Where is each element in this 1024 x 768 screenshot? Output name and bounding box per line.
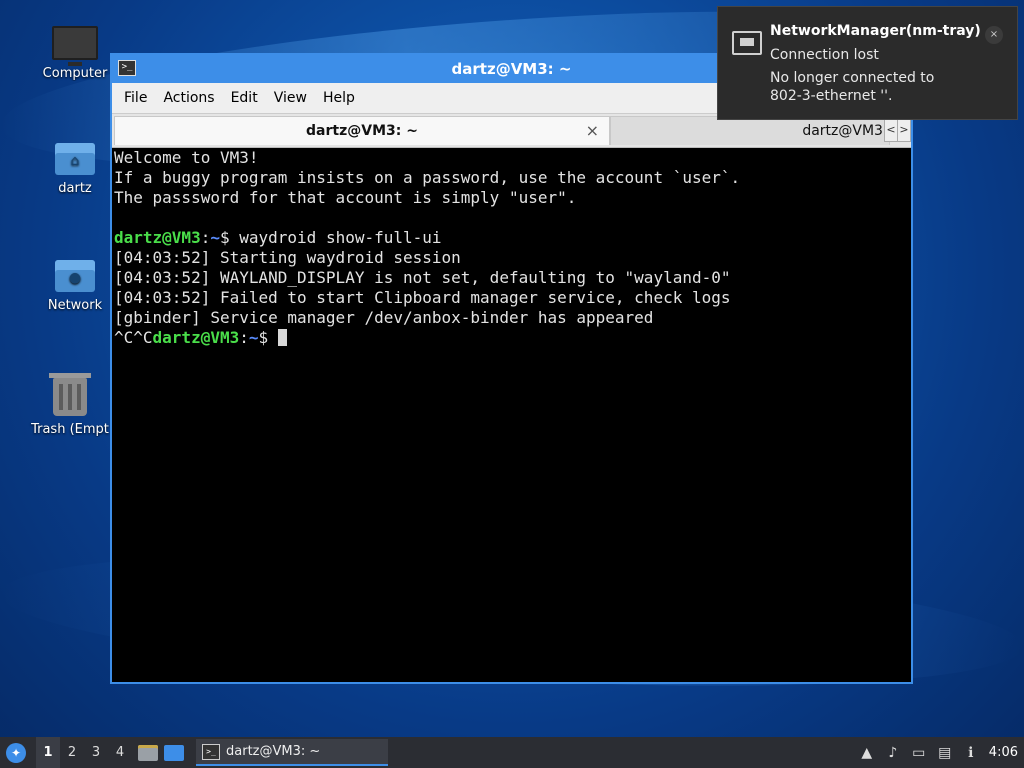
network-wired-icon: [732, 31, 762, 55]
computer-icon: [52, 26, 98, 66]
terminal-line: [04:03:52] Failed to start Clipboard man…: [114, 288, 731, 307]
home-folder-icon: ⌂: [55, 143, 95, 175]
prompt-path: ~: [248, 328, 259, 347]
workspace-4[interactable]: 4: [108, 745, 132, 760]
clock[interactable]: 4:06: [989, 745, 1018, 760]
prompt-user: dartz@VM3: [152, 328, 240, 347]
terminal-prompt-line: dartz@VM3:~$ waydroid show-full-ui: [114, 228, 909, 248]
workspace-3[interactable]: 3: [84, 745, 108, 760]
tray-arrow-icon[interactable]: ▲: [859, 745, 875, 761]
notification-body: 802-3-ethernet ''.: [770, 88, 893, 104]
update-notifier-icon[interactable]: ℹ: [963, 745, 979, 761]
tab-scroll-left-icon[interactable]: <: [884, 118, 898, 142]
network-folder-icon: ●: [55, 260, 95, 292]
desktop-icon-trash[interactable]: Trash (Empt: [20, 373, 120, 437]
prompt-dollar: $: [219, 228, 240, 247]
menu-file[interactable]: File: [116, 90, 155, 106]
prompt-colon: :: [239, 328, 249, 347]
text-cursor: [277, 329, 287, 346]
desktop-icon-label: Trash (Empt: [31, 422, 109, 437]
taskbar: ✦ 1 2 3 4 >_ dartz@VM3: ~ ▲ ♪ ▭ ▤ ℹ 4:06: [0, 737, 1024, 768]
file-manager-icon[interactable]: [138, 744, 158, 761]
workspace-1[interactable]: 1: [36, 737, 60, 768]
menu-view[interactable]: View: [266, 90, 315, 106]
notification-summary: Connection lost: [770, 47, 879, 63]
terminal-window: >_ dartz@VM3: ~ File Actions Edit View H…: [110, 53, 913, 684]
terminal-line: [gbinder] Service manager /dev/anbox-bin…: [114, 308, 654, 327]
system-tray: ▲ ♪ ▭ ▤ ℹ 4:06: [859, 745, 1024, 761]
tab-scroll-right-icon[interactable]: >: [897, 118, 911, 142]
tab-label: dartz@VM3: ~: [802, 123, 888, 139]
menu-actions[interactable]: Actions: [155, 90, 222, 106]
notification-title: NetworkManager(nm-tray): [770, 23, 981, 39]
terminal-task-icon: >_: [202, 743, 220, 760]
tab-close-icon[interactable]: ×: [586, 117, 599, 145]
tab-terminal-2[interactable]: dartz@VM3: ~: [610, 116, 890, 145]
taskbar-task-terminal[interactable]: >_ dartz@VM3: ~: [196, 739, 388, 766]
prompt-user: dartz@VM3: [114, 228, 201, 247]
task-label: dartz@VM3: ~: [226, 744, 321, 759]
terminal-line: Welcome to VM3!: [114, 148, 259, 167]
prompt-dollar: $: [258, 328, 278, 347]
show-desktop-icon[interactable]: [164, 744, 184, 761]
terminal-prompt-line: ^C^Cdartz@VM3:~$: [114, 328, 909, 348]
menu-edit[interactable]: Edit: [223, 90, 266, 106]
tab-label: dartz@VM3: ~: [306, 123, 418, 139]
terminal-line: The passsword for that account is simply…: [114, 188, 577, 207]
prompt-path: ~: [210, 228, 220, 247]
volume-icon[interactable]: ♪: [885, 745, 901, 761]
command-text: waydroid show-full-ui: [239, 228, 442, 247]
menu-help[interactable]: Help: [315, 90, 363, 106]
trash-icon: [49, 373, 91, 416]
prompt-colon: :: [200, 228, 211, 247]
terminal-output[interactable]: Welcome to VM3! If a buggy program insist…: [114, 148, 909, 680]
terminal-line: If a buggy program insists on a password…: [114, 168, 741, 187]
interrupt-text: ^C^C: [114, 328, 153, 347]
terminal-line: [04:03:52] Starting waydroid session: [114, 248, 461, 267]
tab-terminal-1[interactable]: dartz@VM3: ~ ×: [114, 116, 610, 145]
network-notification[interactable]: NetworkManager(nm-tray) Connection lost …: [717, 6, 1018, 120]
start-menu-icon[interactable]: ✦: [6, 742, 26, 763]
clipboard-icon[interactable]: ▤: [937, 745, 953, 761]
workspace-2[interactable]: 2: [60, 745, 84, 760]
network-tray-icon[interactable]: ▭: [911, 745, 927, 761]
notification-body: No longer connected to: [770, 70, 935, 86]
notification-close-icon[interactable]: ×: [985, 26, 1003, 44]
terminal-line: [04:03:52] WAYLAND_DISPLAY is not set, d…: [114, 268, 731, 287]
